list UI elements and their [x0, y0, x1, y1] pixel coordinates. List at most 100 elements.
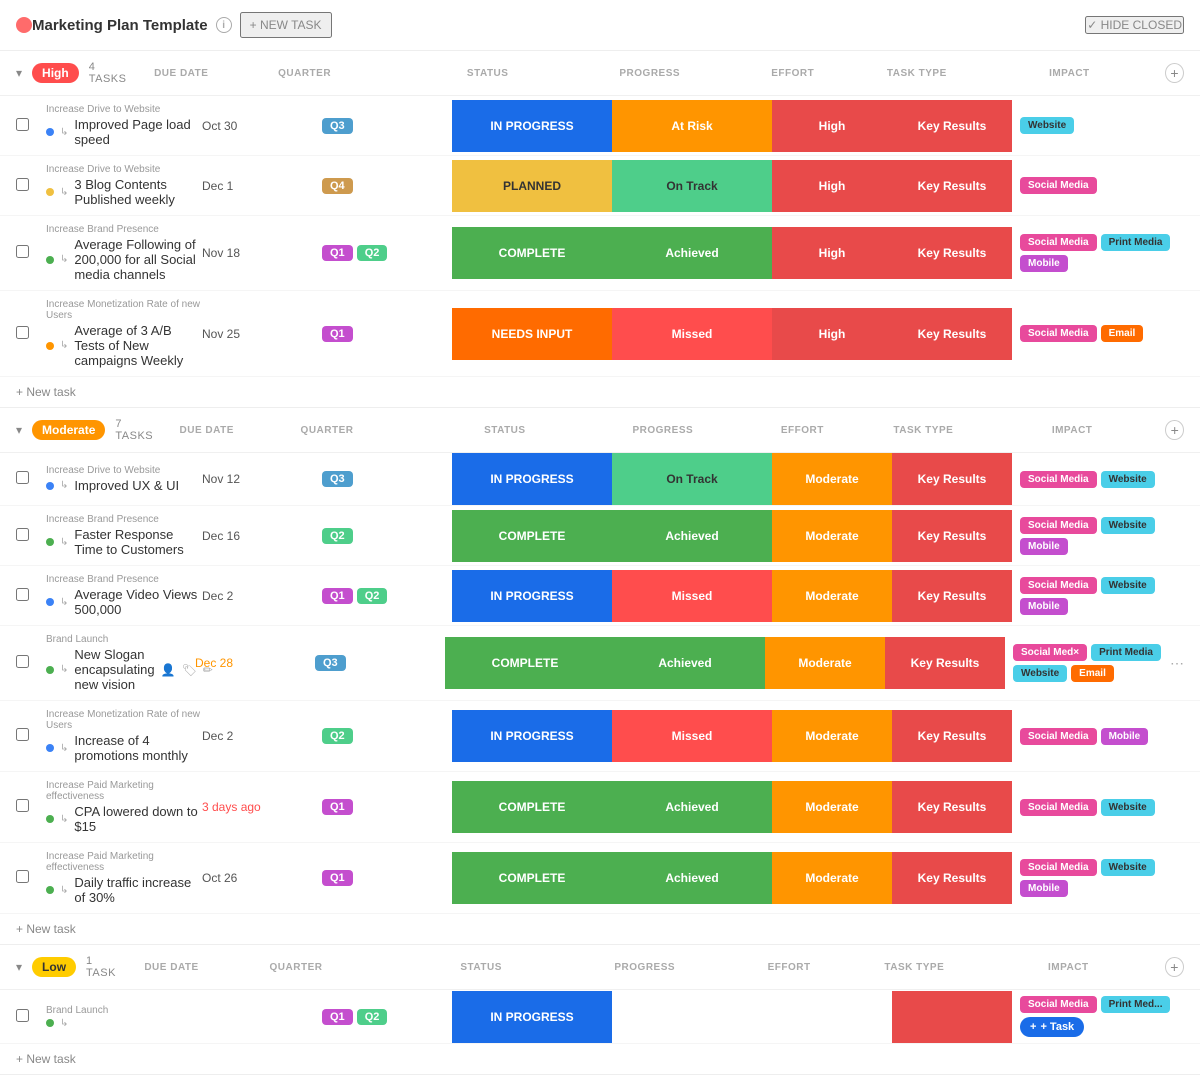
effort-0-0[interactable]: High — [772, 100, 892, 152]
task-type-1-3[interactable]: Key Results — [885, 637, 1005, 689]
status-0-3[interactable]: NEEDS INPUT — [452, 308, 612, 360]
due-date-1-2[interactable]: Dec 2 — [202, 589, 322, 603]
task-type-1-2[interactable]: Key Results — [892, 570, 1012, 622]
effort-1-1[interactable]: Moderate — [772, 510, 892, 562]
progress-0-2[interactable]: Achieved — [612, 227, 772, 279]
row-checkbox-1-2[interactable] — [16, 588, 46, 604]
quarter-badge-Q1[interactable]: Q1 — [322, 799, 353, 815]
quarter-badge-Q3[interactable]: Q3 — [315, 655, 346, 671]
row-checkbox-0-3[interactable] — [16, 326, 46, 342]
impact-tag-website[interactable]: Website — [1013, 665, 1067, 682]
quarter-badge-Q3[interactable]: Q3 — [322, 471, 353, 487]
row-checkbox-0-1[interactable] — [16, 178, 46, 194]
quarter-badge-Q4[interactable]: Q4 — [322, 178, 353, 194]
impact-tag-mobile[interactable]: Mobile — [1020, 598, 1068, 615]
quarter-badge-Q1[interactable]: Q1 — [322, 1009, 353, 1025]
row-checkbox-0-0[interactable] — [16, 118, 46, 134]
progress-2-0[interactable] — [612, 991, 772, 1043]
impact-tag-email[interactable]: Email — [1101, 325, 1144, 342]
quarter-badge-Q2[interactable]: Q2 — [357, 588, 388, 604]
section-toggle-high[interactable]: ▾ — [16, 66, 22, 80]
task-type-1-6[interactable]: Key Results — [892, 852, 1012, 904]
task-type-1-4[interactable]: Key Results — [892, 710, 1012, 762]
effort-2-0[interactable] — [772, 991, 892, 1043]
status-1-0[interactable]: IN PROGRESS — [452, 453, 612, 505]
impact-tag-print-media[interactable]: Print Media — [1091, 644, 1161, 661]
impact-tag-social-media[interactable]: Social Media — [1020, 234, 1097, 251]
effort-0-3[interactable]: High — [772, 308, 892, 360]
impact-tag-social-media[interactable]: Social Media — [1020, 996, 1097, 1013]
due-date-1-5[interactable]: 3 days ago — [202, 800, 322, 814]
progress-1-0[interactable]: On Track — [612, 453, 772, 505]
due-date-1-6[interactable]: Oct 26 — [202, 871, 322, 885]
row-checkbox-1-3[interactable] — [16, 655, 46, 671]
effort-1-2[interactable]: Moderate — [772, 570, 892, 622]
impact-tag-social-media[interactable]: Social Media — [1020, 325, 1097, 342]
row-checkbox-1-1[interactable] — [16, 528, 46, 544]
due-date-1-4[interactable]: Dec 2 — [202, 729, 322, 743]
row-checkbox-0-2[interactable] — [16, 245, 46, 261]
impact-tag-social-media[interactable]: Social Media — [1020, 577, 1097, 594]
section-toggle-moderate[interactable]: ▾ — [16, 423, 22, 437]
add-task-fab[interactable]: ++ Task — [1020, 1017, 1084, 1037]
impact-tag-print-med...[interactable]: Print Med... — [1101, 996, 1171, 1013]
progress-1-5[interactable]: Achieved — [612, 781, 772, 833]
task-type-2-0[interactable] — [892, 991, 1012, 1043]
task-type-1-5[interactable]: Key Results — [892, 781, 1012, 833]
status-0-0[interactable]: IN PROGRESS — [452, 100, 612, 152]
progress-0-0[interactable]: At Risk — [612, 100, 772, 152]
new-task-button-low[interactable]: + New task — [0, 1044, 1200, 1074]
status-1-6[interactable]: COMPLETE — [452, 852, 612, 904]
status-1-1[interactable]: COMPLETE — [452, 510, 612, 562]
due-date-1-3[interactable]: Dec 28 — [195, 656, 315, 670]
task-name[interactable]: Improved UX & UI — [74, 478, 179, 493]
due-date-1-1[interactable]: Dec 16 — [202, 529, 322, 543]
progress-1-2[interactable]: Missed — [612, 570, 772, 622]
progress-1-3[interactable]: Achieved — [605, 637, 765, 689]
impact-tag-social-media[interactable]: Social Media — [1020, 177, 1097, 194]
status-1-2[interactable]: IN PROGRESS — [452, 570, 612, 622]
due-date-0-1[interactable]: Dec 1 — [202, 179, 322, 193]
new-task-button-high[interactable]: + New task — [0, 377, 1200, 407]
impact-tag-website[interactable]: Website — [1101, 517, 1155, 534]
impact-tag-website[interactable]: Website — [1101, 799, 1155, 816]
progress-1-6[interactable]: Achieved — [612, 852, 772, 904]
effort-1-3[interactable]: Moderate — [765, 637, 885, 689]
task-type-1-1[interactable]: Key Results — [892, 510, 1012, 562]
due-date-0-3[interactable]: Nov 25 — [202, 327, 322, 341]
impact-tag-social-media[interactable]: Social Media — [1020, 728, 1097, 745]
status-0-1[interactable]: PLANNED — [452, 160, 612, 212]
effort-1-0[interactable]: Moderate — [772, 453, 892, 505]
due-date-1-0[interactable]: Nov 12 — [202, 472, 322, 486]
new-task-button-moderate[interactable]: + New task — [0, 914, 1200, 944]
effort-1-6[interactable]: Moderate — [772, 852, 892, 904]
task-type-0-0[interactable]: Key Results — [892, 100, 1012, 152]
task-name[interactable]: 3 Blog Contents Published weekly — [74, 177, 202, 207]
task-type-0-1[interactable]: Key Results — [892, 160, 1012, 212]
row-more-actions[interactable]: ⋯ — [1170, 655, 1184, 672]
quarter-badge-Q1[interactable]: Q1 — [322, 326, 353, 342]
effort-1-4[interactable]: Moderate — [772, 710, 892, 762]
task-name[interactable]: Faster Response Time to Customers — [74, 527, 202, 557]
impact-tag-website[interactable]: Website — [1101, 471, 1155, 488]
status-1-5[interactable]: COMPLETE — [452, 781, 612, 833]
task-name[interactable]: CPA lowered down to $15 — [74, 804, 202, 834]
impact-tag-social-media[interactable]: Social Media — [1020, 517, 1097, 534]
task-name[interactable]: Increase of 4 promotions monthly — [74, 733, 202, 763]
impact-tag-social-media[interactable]: Social Media — [1020, 799, 1097, 816]
impact-tag-website[interactable]: Website — [1101, 859, 1155, 876]
progress-0-3[interactable]: Missed — [612, 308, 772, 360]
impact-tag-mobile[interactable]: Mobile — [1020, 538, 1068, 555]
quarter-badge-Q1[interactable]: Q1 — [322, 245, 353, 261]
quarter-badge-Q2[interactable]: Q2 — [322, 528, 353, 544]
add-col-btn[interactable]: + — [1165, 420, 1184, 440]
quarter-badge-Q2[interactable]: Q2 — [357, 245, 388, 261]
progress-0-1[interactable]: On Track — [612, 160, 772, 212]
section-toggle-low[interactable]: ▾ — [16, 960, 22, 974]
progress-1-1[interactable]: Achieved — [612, 510, 772, 562]
effort-1-5[interactable]: Moderate — [772, 781, 892, 833]
impact-tag-website[interactable]: Website — [1020, 117, 1074, 134]
task-name[interactable]: New Slogan encapsulating new vision — [74, 647, 154, 692]
task-name[interactable]: Daily traffic increase of 30% — [74, 875, 202, 905]
quarter-badge-Q2[interactable]: Q2 — [322, 728, 353, 744]
